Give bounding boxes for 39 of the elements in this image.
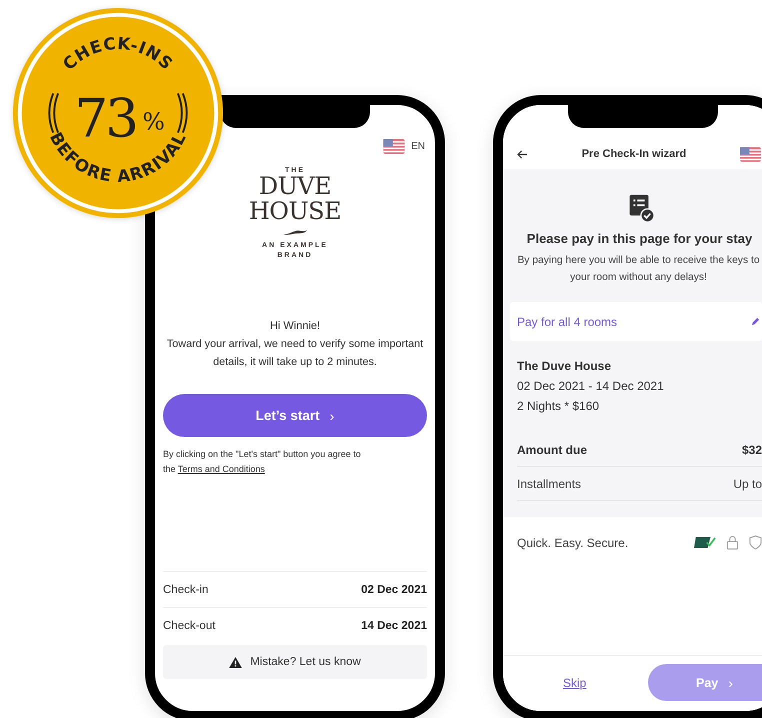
terms-link[interactable]: Terms and Conditions <box>178 464 265 474</box>
parenthesis-icon <box>176 93 188 133</box>
payment-heading: Please pay in this page for your stay <box>526 231 754 246</box>
detail-value: 02 Dec 2021 <box>361 584 427 596</box>
security-note: Quick. Easy. Secure. <box>517 536 630 550</box>
summary-value: Up to <box>733 476 762 490</box>
logo-name: DUVE <box>258 174 332 199</box>
back-arrow-icon[interactable] <box>517 150 528 158</box>
detail-value: 14 Dec 2021 <box>361 620 427 632</box>
logo-name: HOUSE <box>248 199 342 224</box>
warning-icon <box>229 656 242 668</box>
flag-icon[interactable] <box>740 146 761 162</box>
stay-dates: 02 Dec 2021 - 14 Dec 2021 <box>517 379 665 393</box>
screen-title: Pre Check-In wizard <box>582 148 686 160</box>
payment-subtitle: By paying here you will be able to receive the keys to your room without any delays! <box>516 254 761 285</box>
welcome-message: Toward your arrival, we need to verify some important details, it will take up to 2 minutes. <box>166 337 424 370</box>
certification-icon <box>694 536 716 549</box>
language-label[interactable]: EN <box>411 141 425 152</box>
terms-text: By clicking on the "Let's start" button you agree to the Terms and Conditions <box>163 448 362 476</box>
summary-label: Amount due <box>517 442 587 456</box>
start-button[interactable]: Let’s start › <box>163 394 427 437</box>
summary-value: $32 <box>742 442 762 456</box>
wave-icon <box>282 229 308 236</box>
lock-icon <box>726 535 739 550</box>
parenthesis-icon <box>48 93 60 133</box>
flag-icon[interactable] <box>383 139 406 154</box>
badge-unit: % <box>142 108 165 136</box>
detail-label: Check-out <box>163 620 216 632</box>
detail-label: Check-in <box>163 584 208 596</box>
greeting-text: Hi Winnie! <box>268 319 322 334</box>
shield-icon <box>749 535 762 550</box>
pencil-icon[interactable] <box>751 317 760 326</box>
nights-price: 2 Nights * $160 <box>517 399 600 413</box>
rooms-option-card[interactable]: Pay for all 4 rooms <box>510 302 762 341</box>
summary-label: Installments <box>517 476 582 490</box>
property-name: The Duve House <box>517 359 612 373</box>
skip-link[interactable]: Skip <box>563 676 586 690</box>
mistake-button[interactable]: Mistake? Let us know <box>163 645 427 679</box>
rooms-option-label[interactable]: Pay for all 4 rooms <box>517 314 618 328</box>
